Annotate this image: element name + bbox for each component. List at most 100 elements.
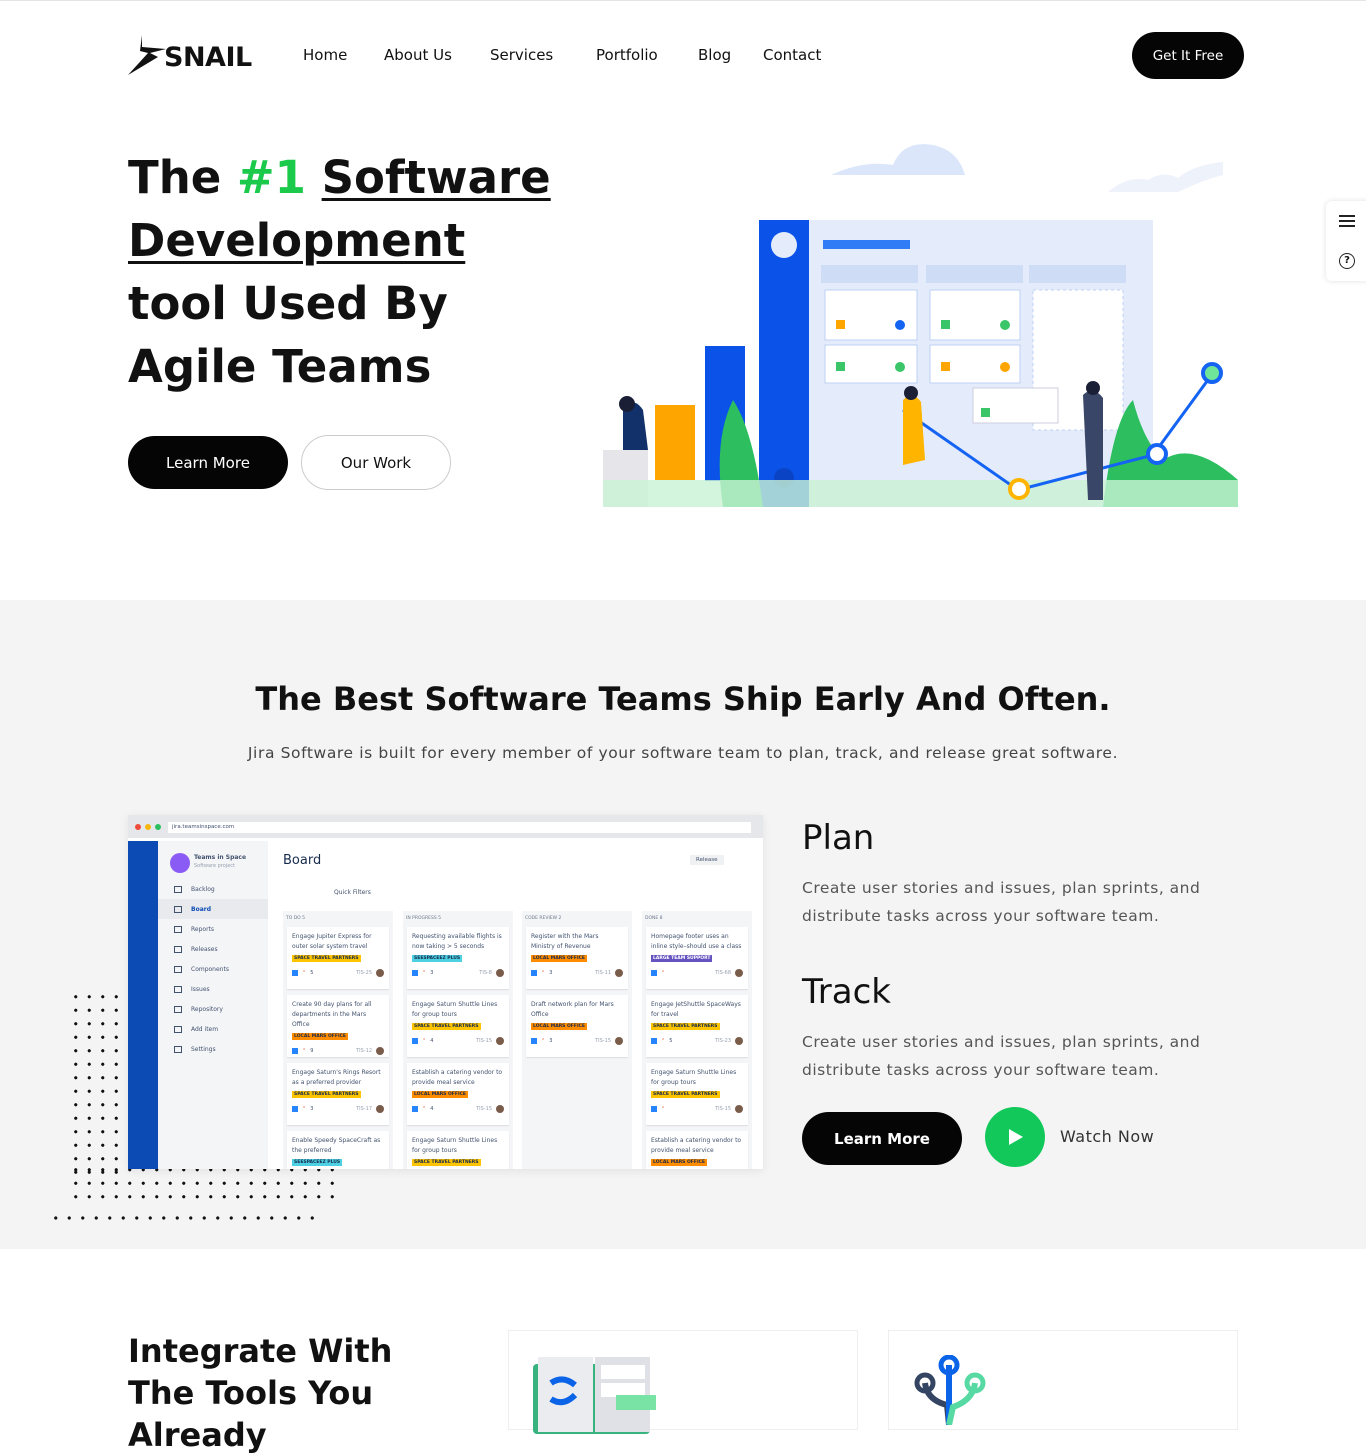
hero-illustration [603, 144, 1238, 507]
avatar [376, 1047, 384, 1055]
nav-about-us[interactable]: About Us [384, 46, 452, 64]
our-work-button[interactable]: Our Work [301, 435, 451, 490]
sidebar-item-icon [174, 1005, 182, 1013]
board-column: DONE 8 Homepage footer uses an inline sty… [642, 911, 752, 1169]
section-title: The Best Software Teams Ship Early And O… [255, 680, 1111, 718]
nav-services[interactable]: Services [490, 46, 553, 64]
priority-icon: ⌃ [661, 1106, 666, 1112]
learn-more-button-2[interactable]: Learn More [802, 1112, 962, 1165]
card-label: LOCAL MARS OFFICE [292, 1033, 349, 1040]
nav-contact[interactable]: Contact [763, 46, 821, 64]
story-points: 5 [669, 1038, 673, 1044]
issue-type-icon [292, 970, 298, 976]
release-button: Release [690, 855, 724, 865]
priority-icon: ⌃ [541, 970, 546, 976]
play-button[interactable] [985, 1107, 1045, 1167]
avatar [735, 1037, 743, 1045]
issue-key: TIS-15 [476, 1038, 492, 1044]
integration-card-confluence[interactable] [508, 1330, 858, 1434]
story-points: 3 [430, 970, 434, 976]
issue-key: TIS-12 [356, 1048, 372, 1054]
card-text: Engage Saturn Shuttle Lines for group to… [651, 1069, 737, 1086]
issue-key: TIS-68 [715, 970, 731, 976]
column-title: DONE 8 [645, 916, 663, 921]
board-card: Draft network plan for Mars Office LOCAL … [526, 995, 628, 1057]
help-icon[interactable]: ? [1339, 253, 1355, 269]
issue-type-icon [651, 1038, 657, 1044]
watch-now-link[interactable]: Watch Now [1060, 1127, 1154, 1146]
logo[interactable]: SNAIL [128, 35, 252, 75]
url-bar: jira.teamsinspace.com [168, 822, 751, 833]
board-card: Engage JetShuttle SpaceWays for travel SP… [646, 995, 748, 1057]
issue-type-icon [412, 1038, 418, 1044]
issue-key: TIS-11 [595, 970, 611, 976]
nav-blog[interactable]: Blog [698, 46, 731, 64]
avatar [615, 1037, 623, 1045]
side-widget: ? [1326, 201, 1366, 281]
sliders-icon[interactable] [1339, 214, 1355, 228]
story-points: 3 [549, 970, 553, 976]
avatar [496, 1105, 504, 1113]
cloud-icon [831, 144, 965, 175]
board-card: Requesting available flights is now taki… [407, 927, 509, 989]
story-points: 9 [310, 1048, 314, 1054]
jira-board-screenshot: jira.teamsinspace.com Teams in Space Sof… [128, 815, 763, 1169]
integration-card-bitbucket[interactable] [888, 1330, 1238, 1430]
card-text: Homepage footer uses an inline style–sho… [651, 933, 742, 950]
card-label: SPACE TRAVEL PARTNERS [651, 1023, 720, 1030]
issue-type-icon [531, 970, 537, 976]
column-title: CODE REVIEW 2 [525, 916, 562, 921]
card-label: SPACE TRAVEL PARTNERS [412, 1023, 481, 1030]
sidebar-item-label: Backlog [191, 885, 215, 893]
board-card: Establish a catering vendor to provide m… [646, 1131, 748, 1169]
card-text: Engage Saturn's Rings Resort as a prefer… [292, 1069, 381, 1086]
issue-type-icon [292, 1106, 298, 1112]
board-column: TO DO 5 Engage Jupiter Express for outer … [283, 911, 393, 1169]
get-it-free-button[interactable]: Get It Free [1132, 32, 1244, 79]
sidebar-item-label: Releases [191, 945, 218, 953]
column-title: TO DO 5 [286, 916, 306, 921]
jira-sidebar-item: Reports [158, 919, 268, 939]
nav-portfolio[interactable]: Portfolio [596, 46, 658, 64]
card-text: Create 90 day plans for all departments … [292, 1001, 372, 1028]
project-type: Software project [194, 863, 235, 869]
jira-sidebar-item: Releases [158, 939, 268, 959]
board-card: Engage Saturn Shuttle Lines for group to… [407, 995, 509, 1057]
sidebar-item-icon [174, 1045, 182, 1053]
sidebar-item-icon [174, 1025, 182, 1033]
issue-type-icon [651, 1106, 657, 1112]
priority-icon: ⌃ [661, 1038, 666, 1044]
board-card: Homepage footer uses an inline style–sho… [646, 927, 748, 989]
sidebar-item-icon [174, 945, 182, 953]
board-card: Create 90 day plans for all departments … [287, 995, 389, 1057]
card-label: LOCAL MARS OFFICE [651, 1159, 708, 1166]
card-text: Engage Saturn Shuttle Lines for group to… [412, 1001, 498, 1018]
nav-home[interactable]: Home [303, 46, 347, 64]
jira-sidebar-item: Components [158, 959, 268, 979]
board-card: Engage Saturn Shuttle Lines for group to… [407, 1131, 509, 1169]
sidebar-item-label: Issues [191, 985, 210, 993]
card-label: SEESPACEEZ PLUS [412, 955, 463, 962]
card-label: SPACE TRAVEL PARTNERS [651, 1091, 720, 1098]
card-text: Establish a catering vendor to provide m… [651, 1137, 742, 1154]
card-label: SEESPACEEZ PLUS [292, 1159, 343, 1166]
section-subtitle: Jira Software is built for every member … [247, 744, 1119, 762]
card-label: LOCAL MARS OFFICE [531, 1023, 588, 1030]
quick-filters: Quick Filters [334, 889, 371, 896]
board-card: Engage Jupiter Express for outer solar s… [287, 927, 389, 989]
branch-icon [914, 1355, 986, 1425]
issue-type-icon [292, 1048, 298, 1054]
sidebar-item-icon [174, 885, 182, 893]
board-card: Enable Speedy SpaceCraft as the preferre… [287, 1131, 389, 1169]
sidebar-item-label: Add item [191, 1025, 219, 1033]
issue-key: TIS-23 [715, 1038, 731, 1044]
board-card: Establish a catering vendor to provide m… [407, 1063, 509, 1125]
avatar [615, 969, 623, 977]
avatar [735, 1105, 743, 1113]
jira-sidebar-item: Board [158, 899, 268, 919]
priority-icon: ⌃ [302, 970, 307, 976]
learn-more-button[interactable]: Learn More [128, 436, 288, 489]
track-text: Create user stories and issues, plan spr… [802, 1033, 1201, 1079]
issue-key: TIS-15 [715, 1106, 731, 1112]
board-card: Register with the Mars Ministry of Reven… [526, 927, 628, 989]
